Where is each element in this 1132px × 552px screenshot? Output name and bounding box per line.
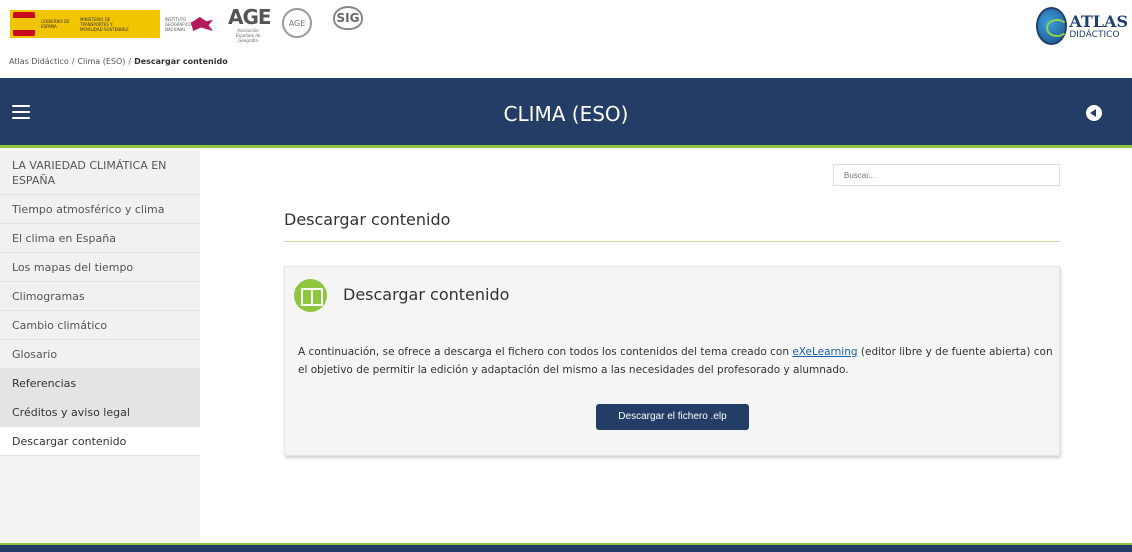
government-logo-text: GOBIERNO DE ESPAÑA [41, 19, 70, 29]
book-icon [294, 279, 327, 312]
sidebar-item-glosario[interactable]: Glosario [0, 340, 200, 369]
page-header-title: CLIMA (ESO) [503, 102, 629, 126]
age-logo-text: AGE [228, 5, 272, 29]
atlas-didactico-logo[interactable]: ATLAS DIDÁCTICO [1036, 6, 1128, 46]
search-input[interactable] [833, 164, 1060, 186]
exelearning-link[interactable]: eXeLearning [792, 346, 857, 358]
age-circle-logo[interactable]: AGE [282, 8, 312, 38]
site-header: CLIMA (ESO) [0, 78, 1132, 148]
age-logo[interactable]: AGE Asociación Española de Geografía [228, 5, 272, 43]
card-title: Descargar contenido [343, 285, 510, 304]
ign-mark-icon [191, 17, 213, 31]
breadcrumb: Atlas Didáctico / Clima (ESO) / Descargar co… [9, 57, 228, 66]
site-footer [0, 543, 1132, 552]
sidebar-item-creditos[interactable]: Créditos y aviso legal [0, 398, 200, 427]
download-card: Descargar contenido A continuación, se o… [284, 266, 1060, 456]
breadcrumb-current: Descargar contenido [134, 57, 228, 66]
logo-bar: GOBIERNO DE ESPAÑA MINISTERIO DE TRANSPO… [0, 0, 1132, 50]
sidebar-item-variedad-climatica[interactable]: LA VARIEDAD CLIMÁTICA EN ESPAÑA [0, 151, 200, 195]
spain-shield-icon [13, 12, 35, 36]
globe-icon [1036, 7, 1069, 45]
title-divider [284, 241, 1060, 242]
sig-logo[interactable]: SIG [320, 6, 376, 42]
atlas-logo-text: ATLAS DIDÁCTICO [1069, 13, 1128, 40]
ign-logo-text: INSTITUTO GEOGRÁFICO NACIONAL [165, 16, 192, 32]
page-title: Descargar contenido [284, 210, 451, 229]
sidebar-item-mapas-tiempo[interactable]: Los mapas del tiempo [0, 253, 200, 282]
government-logo[interactable]: GOBIERNO DE ESPAÑA MINISTERIO DE TRANSPO… [10, 10, 160, 38]
breadcrumb-item-atlas[interactable]: Atlas Didáctico [9, 57, 69, 66]
breadcrumb-separator: / [128, 57, 132, 66]
sidebar-item-referencias[interactable]: Referencias [0, 369, 200, 398]
age-logo-subtext: Asociación Española de Geografía [235, 28, 261, 43]
sidebar-item-tiempo-atmosferico[interactable]: Tiempo atmosférico y clima [0, 195, 200, 224]
ign-logo[interactable]: INSTITUTO GEOGRÁFICO NACIONAL [165, 12, 225, 36]
atlas-logo-name: ATLAS [1069, 11, 1128, 31]
breadcrumb-separator: / [71, 57, 75, 66]
ministry-logo-text: MINISTERIO DE TRANSPORTES Y MOVILIDAD SO… [80, 16, 129, 32]
sidebar-item-climogramas[interactable]: Climogramas [0, 282, 200, 311]
description-text-start: A continuación, se ofrece a descarga el … [298, 346, 793, 358]
back-arrow-icon[interactable] [1086, 105, 1102, 121]
sidebar-nav: LA VARIEDAD CLIMÁTICA EN ESPAÑA Tiempo a… [0, 151, 200, 543]
download-elp-button[interactable]: Descargar el fichero .elp [596, 404, 749, 430]
card-description: A continuación, se ofrece a descarga el … [298, 343, 1054, 379]
sidebar-item-clima-espana[interactable]: El clima en España [0, 224, 200, 253]
sig-mark-icon: SIG [333, 6, 363, 30]
breadcrumb-item-clima[interactable]: Clima (ESO) [77, 57, 125, 66]
sidebar-item-cambio-climatico[interactable]: Cambio climático [0, 311, 200, 340]
sidebar-item-descargar[interactable]: Descargar contenido [0, 427, 200, 456]
atlas-logo-subname: DIDÁCTICO [1069, 29, 1128, 40]
